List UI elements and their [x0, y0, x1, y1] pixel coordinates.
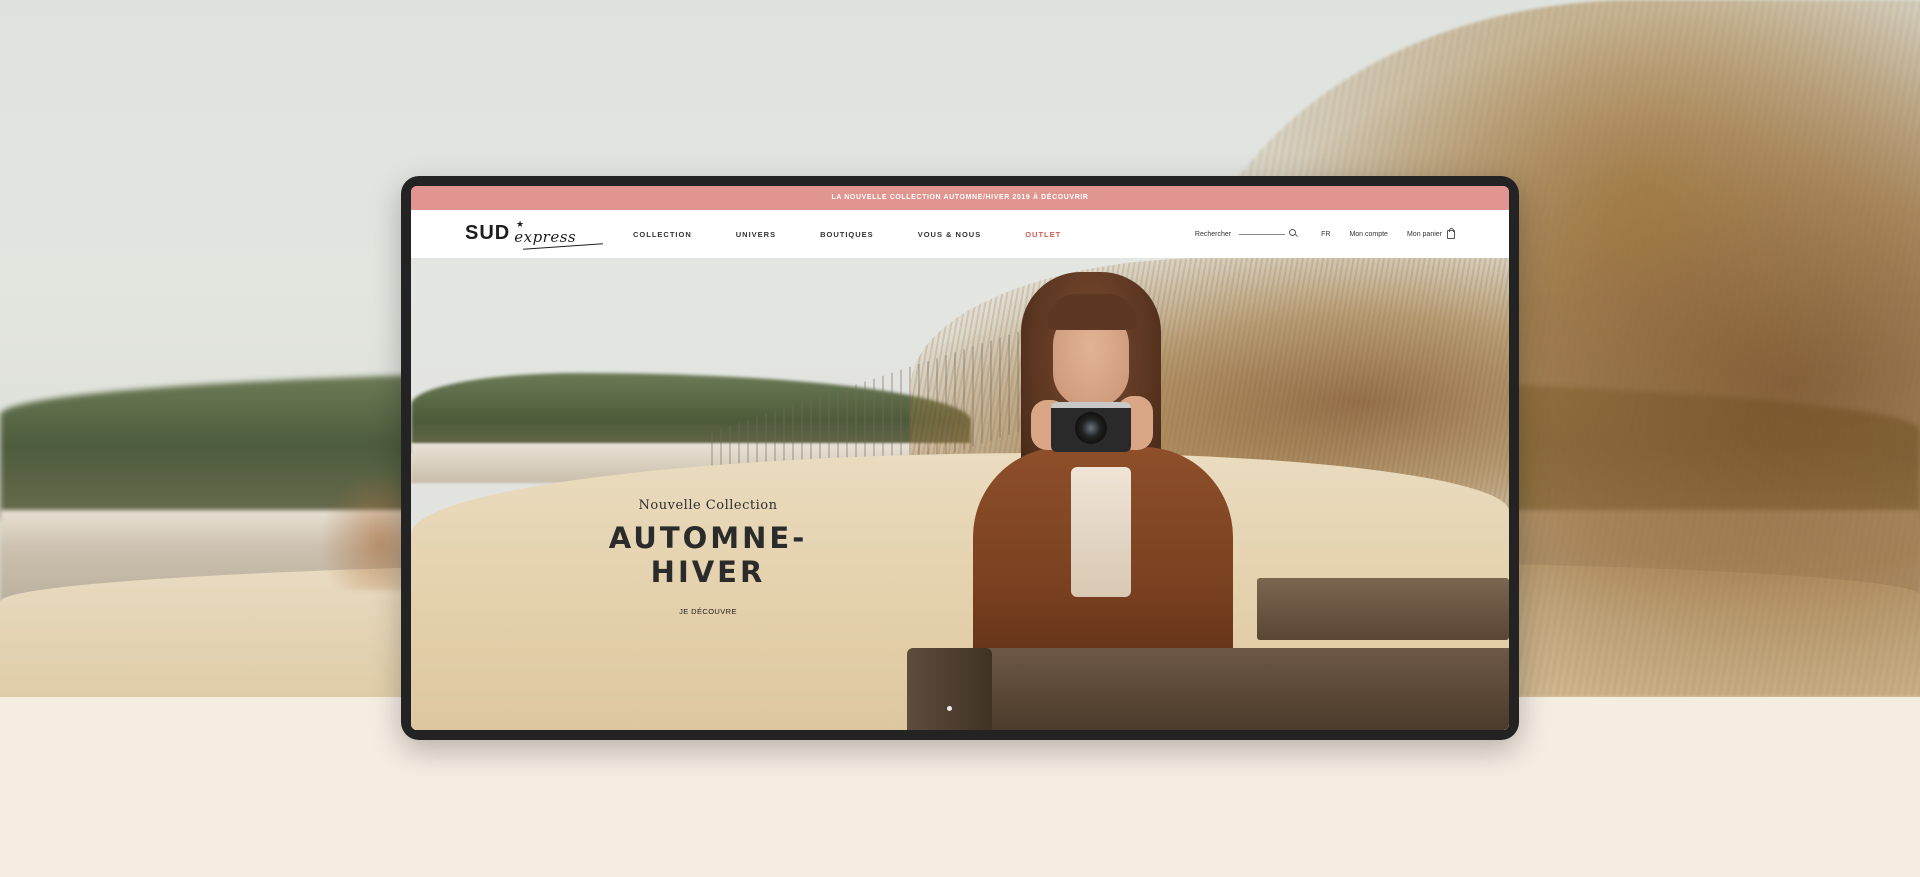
hero-title: AUTOMNE-HIVER: [608, 521, 808, 589]
logo-wordmark: SUD: [465, 222, 511, 244]
cart-label: Mon panier: [1406, 230, 1442, 238]
promo-bar[interactable]: LA NOUVELLE COLLECTION AUTOMNE/HIVER 201…: [411, 186, 1509, 210]
model-hands: [1031, 392, 1153, 452]
account-link[interactable]: Mon compte: [1349, 231, 1388, 238]
logo-script: express: [514, 228, 577, 246]
nav-item-outlet[interactable]: OUTLET: [1025, 230, 1061, 239]
nav-item-boutiques[interactable]: BOUTIQUES: [820, 230, 874, 239]
main-nav: COLLECTION UNIVERS BOUTIQUES VOUS & NOUS…: [633, 210, 1105, 258]
model-bangs: [1047, 294, 1137, 330]
search-input[interactable]: [1239, 233, 1286, 235]
device-frame: LA NOUVELLE COLLECTION AUTOMNE/HIVER 201…: [401, 176, 1519, 740]
camera-lens: [1075, 412, 1107, 444]
device-screen: LA NOUVELLE COLLECTION AUTOMNE/HIVER 201…: [411, 186, 1509, 730]
model-sweater: [1071, 467, 1131, 597]
search-icon[interactable]: [1289, 229, 1299, 239]
search-label[interactable]: Rechercher: [1195, 231, 1231, 238]
nav-item-collection[interactable]: COLLECTION: [633, 230, 692, 239]
brand-logo[interactable]: SUD ★ express: [465, 219, 603, 250]
nav-item-vous-et-nous[interactable]: VOUS & NOUS: [918, 230, 982, 239]
nav-item-univers[interactable]: UNIVERS: [736, 230, 776, 239]
hero-cta-button[interactable]: JE DÉCOUVRE: [679, 607, 737, 616]
hero-banner: Nouvelle Collection AUTOMNE-HIVER JE DÉC…: [411, 258, 1509, 730]
language-selector[interactable]: FR: [1321, 231, 1330, 238]
slider-dot-active[interactable]: [947, 706, 952, 711]
site-header: SUD ★ express COLLECTION UNIVERS BOUTIQUES…: [411, 210, 1509, 258]
hero-bench-post: [907, 648, 992, 730]
shopping-bag-icon: [1447, 227, 1455, 239]
hero-model: [951, 272, 1251, 692]
hero-bench-back: [1257, 578, 1509, 640]
hero-eyebrow: Nouvelle Collection: [638, 498, 778, 513]
camera-icon: [1051, 402, 1131, 452]
hero-bench-front: [911, 648, 1509, 730]
hero-copy: Nouvelle Collection AUTOMNE-HIVER JE DÉC…: [563, 498, 853, 619]
header-tools: Rechercher FR Mon compte Mon panier: [1195, 210, 1455, 258]
cart-link[interactable]: Mon panier: [1406, 227, 1455, 239]
